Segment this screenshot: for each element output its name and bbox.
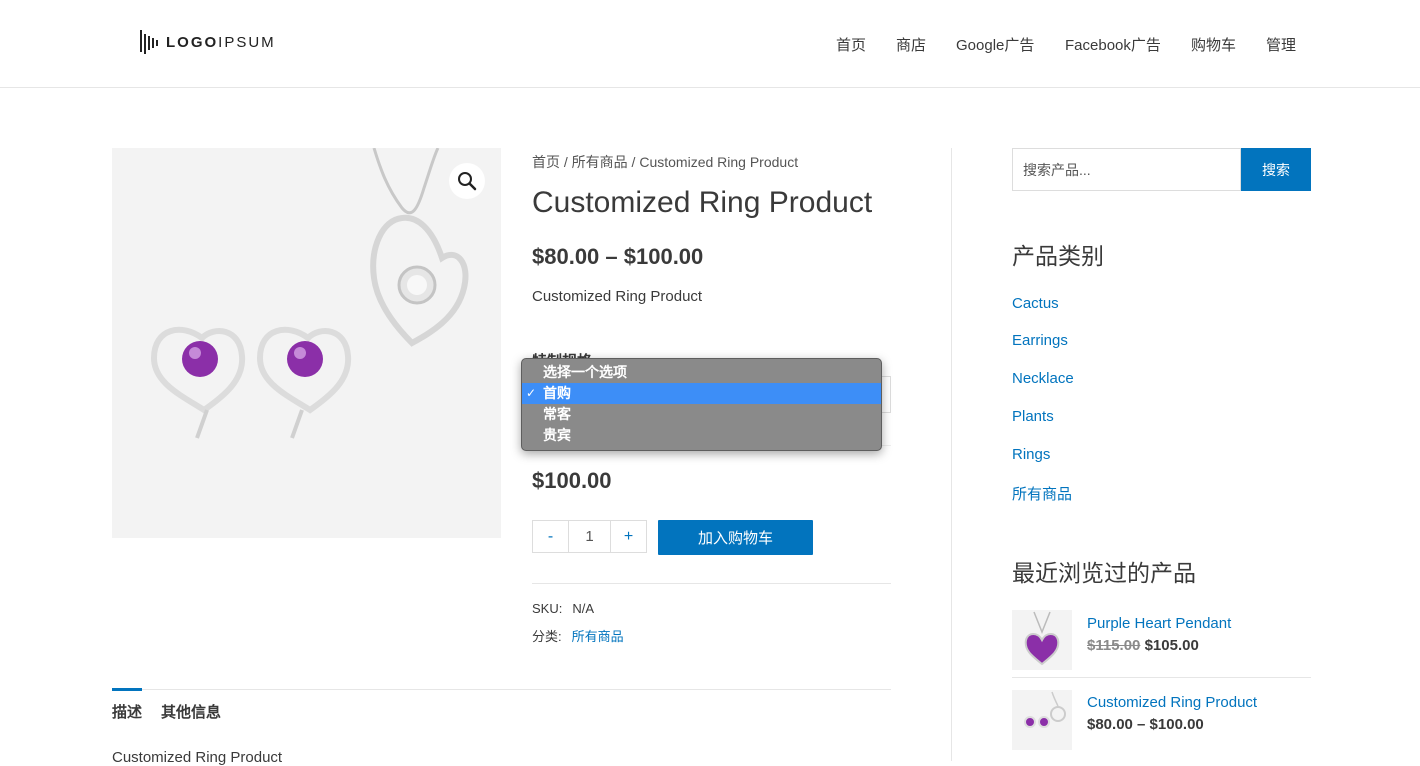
sku-meta: SKU: N/A (532, 601, 594, 616)
recent-old-price-1: $115.00 (1087, 637, 1141, 654)
add-to-cart-button[interactable]: 加入购物车 (658, 520, 813, 555)
logo-text: LOGOIPSUM (166, 33, 276, 51)
search-button[interactable]: 搜索 (1241, 148, 1311, 191)
sidebar-divider (951, 148, 952, 761)
quantity-plus-button[interactable]: + (610, 520, 647, 553)
category-plants[interactable]: Plants (1012, 408, 1054, 425)
category-meta: 分类: 所有商品 (532, 626, 624, 645)
quantity-minus-button[interactable]: - (532, 520, 569, 553)
nav-admin[interactable]: 管理 (1266, 34, 1296, 55)
category-link[interactable]: 所有商品 (572, 629, 624, 644)
product-title: Customized Ring Product (532, 186, 873, 219)
recent-name-1[interactable]: Purple Heart Pendant (1087, 615, 1231, 632)
dropdown-option[interactable]: 常客 (522, 404, 881, 425)
tab-description[interactable]: 描述 (112, 701, 142, 722)
magnifier-icon (458, 172, 477, 191)
checkmark-icon: ✓ (526, 386, 537, 400)
recent-thumb-1[interactable] (1012, 610, 1072, 670)
recent-name-2[interactable]: Customized Ring Product (1087, 694, 1257, 711)
category-necklace[interactable]: Necklace (1012, 370, 1074, 387)
dropdown-option[interactable]: 选择一个选项 (522, 362, 881, 383)
variation-dropdown-menu[interactable]: 选择一个选项 ✓ 首购 常客 贵宾 (521, 358, 882, 451)
nav-cart[interactable]: 购物车 (1191, 34, 1236, 55)
product-image[interactable] (112, 148, 501, 538)
description-text: Customized Ring Product (112, 749, 283, 766)
category-earrings[interactable]: Earrings (1012, 332, 1068, 349)
tab-additional-info[interactable]: 其他信息 (161, 701, 221, 722)
recent-price-1: $115.00 $105.00 (1087, 637, 1199, 654)
nav-facebook-ads[interactable]: Facebook广告 (1065, 34, 1161, 55)
category-cactus[interactable]: Cactus (1012, 295, 1059, 312)
meta-divider (532, 583, 891, 584)
dropdown-option[interactable]: 贵宾 (522, 425, 881, 446)
breadcrumb-current: Customized Ring Product (639, 154, 799, 170)
nav-home[interactable]: 首页 (836, 34, 866, 55)
nav-shop[interactable]: 商店 (896, 34, 926, 55)
pendant-thumbnail (1024, 611, 1060, 666)
categories-title: 产品类别 (1012, 243, 1104, 269)
category-rings[interactable]: Rings (1012, 446, 1050, 463)
breadcrumb-home[interactable]: 首页 (532, 154, 560, 170)
breadcrumb: 首页 / 所有商品 / Customized Ring Product (532, 154, 799, 170)
variation-price: $100.00 (532, 468, 612, 493)
recent-thumb-2[interactable] (1012, 690, 1072, 750)
jewelry-image (112, 148, 501, 538)
sku-label: SKU: (532, 601, 563, 616)
recent-title: 最近浏览过的产品 (1012, 560, 1196, 586)
recent-price-2: $80.00 – $100.00 (1087, 716, 1204, 733)
logo-mark-icon (140, 30, 158, 54)
price-range: $80.00 – $100.00 (532, 244, 704, 269)
recent-divider (1012, 677, 1311, 678)
nav-google-ads[interactable]: Google广告 (956, 34, 1034, 55)
tabs-divider (112, 689, 891, 690)
site-logo[interactable]: LOGOIPSUM (140, 28, 276, 56)
dropdown-option-selected[interactable]: ✓ 首购 (522, 383, 881, 404)
short-description: Customized Ring Product (532, 288, 703, 305)
category-label: 分类: (532, 629, 562, 644)
sku-value: N/A (572, 601, 595, 616)
breadcrumb-category[interactable]: 所有商品 (572, 154, 628, 170)
ring-thumbnail (1024, 691, 1066, 728)
active-tab-indicator (112, 688, 142, 691)
search-input[interactable] (1012, 148, 1241, 191)
quantity-input[interactable] (569, 520, 610, 553)
zoom-button[interactable] (449, 163, 485, 199)
category-all-products[interactable]: 所有商品 (1012, 483, 1072, 504)
